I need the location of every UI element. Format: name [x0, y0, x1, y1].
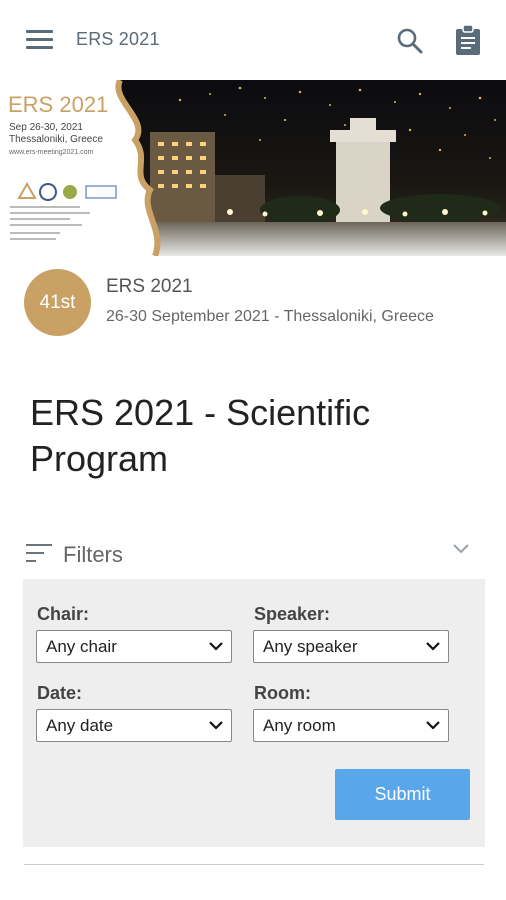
chevron-down-icon[interactable] [452, 542, 470, 556]
banner-logo-city: Thessaloniki, Greece [9, 134, 103, 145]
app-title: ERS 2021 [76, 29, 160, 49]
date-select[interactable]: Any date [36, 709, 232, 742]
date-select-value: Any date [46, 716, 114, 735]
room-label: Room: [254, 683, 311, 703]
banner-logo-dates: Sep 26-30, 2021 [9, 122, 83, 133]
chair-select-value: Any chair [46, 637, 117, 656]
edition-badge: 41st [24, 269, 91, 336]
hamburger-menu-icon[interactable] [26, 30, 53, 50]
event-banner: ERS 2021 Sep 26-30, 2021 Thessaloniki, G… [0, 80, 506, 256]
event-date-location: 26-30 September 2021 - Thessaloniki, Gre… [106, 308, 434, 325]
filter-panel: Chair: Any chair Speaker: Any speaker Da… [23, 579, 485, 847]
filters-toggle[interactable]: Filters [26, 538, 476, 572]
banner-logo-title: ERS 2021 [8, 92, 108, 117]
speaker-label: Speaker: [254, 604, 331, 624]
room-select[interactable]: Any room [253, 709, 449, 742]
filter-list-icon [26, 544, 52, 564]
banner-logo-url: www.ers-meeting2021.com [8, 149, 94, 156]
page-title: ERS 2021 - Scientific Program [30, 392, 371, 479]
divider [24, 864, 484, 865]
submit-button[interactable]: Submit [335, 769, 470, 820]
search-icon[interactable] [396, 27, 424, 55]
chevron-down-icon [209, 721, 223, 730]
speaker-select-value: Any speaker [263, 637, 358, 656]
date-label: Date: [37, 683, 83, 703]
filters-label: Filters [63, 542, 123, 567]
app-bar: ERS 2021 [0, 0, 506, 80]
room-select-value: Any room [263, 716, 336, 735]
chevron-down-icon [209, 642, 223, 651]
chevron-down-icon [426, 642, 440, 651]
chevron-down-icon [426, 721, 440, 730]
clipboard-icon[interactable] [454, 24, 482, 56]
chair-label: Chair: [37, 604, 90, 624]
speaker-select[interactable]: Any speaker [253, 630, 449, 663]
chair-select[interactable]: Any chair [36, 630, 232, 663]
event-name: ERS 2021 [106, 276, 193, 297]
